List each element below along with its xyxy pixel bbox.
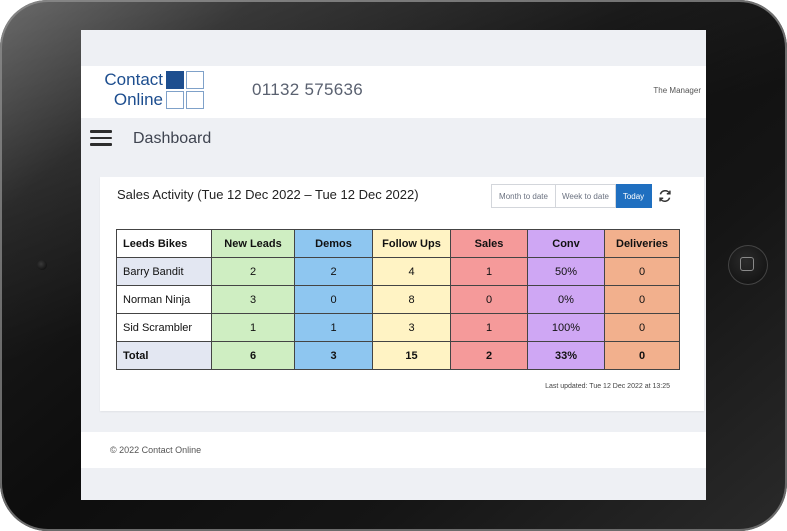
date-filter-group: Month to date Week to date Today xyxy=(491,184,652,208)
cell-new-leads: 3 xyxy=(211,285,295,314)
table-row: Sid Scrambler 1 1 3 1 100% 0 xyxy=(116,313,680,342)
cell-deliveries: 0 xyxy=(604,285,680,314)
row-name: Norman Ninja xyxy=(116,285,212,314)
cell-conv: 50% xyxy=(527,257,605,286)
cell-demos: 3 xyxy=(294,341,373,370)
page-title: Dashboard xyxy=(133,130,212,147)
cell-sales: 0 xyxy=(450,285,528,314)
table-row: Norman Ninja 3 0 8 0 0% 0 xyxy=(116,285,680,314)
logo-grid-icon xyxy=(166,71,208,113)
logo-line2: Online xyxy=(113,90,163,109)
last-updated: Last updated: Tue 12 Dec 2022 at 13:25 xyxy=(545,383,670,390)
column-header-team: Leeds Bikes xyxy=(116,229,212,258)
column-header-follow-ups: Follow Ups xyxy=(372,229,451,258)
phone-number: 01132 575636 xyxy=(252,80,364,99)
header: Contact Online 01132 575636 The Manager xyxy=(81,66,706,118)
column-header-deliveries: Deliveries xyxy=(604,229,680,258)
column-header-demos: Demos xyxy=(294,229,373,258)
column-header-new-leads: New Leads xyxy=(211,229,295,258)
hamburger-icon[interactable] xyxy=(90,130,112,146)
cell-deliveries: 0 xyxy=(604,257,680,286)
cell-sales: 1 xyxy=(450,313,528,342)
sales-activity-card: Sales Activity (Tue 12 Dec 2022 – Tue 12… xyxy=(100,177,704,411)
logo[interactable]: Contact Online xyxy=(91,70,163,110)
card-title: Sales Activity (Tue 12 Dec 2022 – Tue 12… xyxy=(117,187,419,202)
row-name: Sid Scrambler xyxy=(116,313,212,342)
today-button[interactable]: Today xyxy=(616,184,652,208)
column-header-conv: Conv xyxy=(527,229,605,258)
month-to-date-button[interactable]: Month to date xyxy=(491,184,556,208)
table-total-row: Total 6 3 15 2 33% 0 xyxy=(116,341,680,370)
home-button-square-icon xyxy=(740,257,754,271)
cell-follow-ups: 3 xyxy=(372,313,451,342)
cell-deliveries: 0 xyxy=(604,341,680,370)
refresh-icon[interactable] xyxy=(657,188,673,204)
cell-sales: 1 xyxy=(450,257,528,286)
row-name: Barry Bandit xyxy=(116,257,212,286)
cell-conv: 33% xyxy=(527,341,605,370)
logo-line1: Contact xyxy=(104,70,163,89)
cell-follow-ups: 4 xyxy=(372,257,451,286)
screen: Contact Online 01132 575636 The Manager … xyxy=(81,30,706,500)
cell-demos: 0 xyxy=(294,285,373,314)
footer: © 2022 Contact Online xyxy=(81,432,706,468)
logo-cell xyxy=(166,91,184,109)
footer-copyright: © 2022 Contact Online xyxy=(110,445,202,455)
cell-follow-ups: 15 xyxy=(372,341,451,370)
camera-icon xyxy=(37,260,47,270)
cell-deliveries: 0 xyxy=(604,313,680,342)
cell-conv: 100% xyxy=(527,313,605,342)
user-name[interactable]: The Manager xyxy=(653,86,701,95)
column-header-sales: Sales xyxy=(450,229,528,258)
logo-cell xyxy=(186,71,204,89)
cell-new-leads: 2 xyxy=(211,257,295,286)
logo-cell xyxy=(186,91,204,109)
cell-demos: 2 xyxy=(294,257,373,286)
table-row: Barry Bandit 2 2 4 1 50% 0 xyxy=(116,257,680,286)
week-to-date-button[interactable]: Week to date xyxy=(556,184,616,208)
table-header-row: Leeds Bikes New Leads Demos Follow Ups S… xyxy=(116,229,680,258)
cell-new-leads: 6 xyxy=(211,341,295,370)
cell-new-leads: 1 xyxy=(211,313,295,342)
cell-sales: 2 xyxy=(450,341,528,370)
cell-demos: 1 xyxy=(294,313,373,342)
cell-follow-ups: 8 xyxy=(372,285,451,314)
row-name: Total xyxy=(116,341,212,370)
logo-cell xyxy=(166,71,184,89)
cell-conv: 0% xyxy=(527,285,605,314)
sales-table: Leeds Bikes New Leads Demos Follow Ups S… xyxy=(116,229,680,370)
